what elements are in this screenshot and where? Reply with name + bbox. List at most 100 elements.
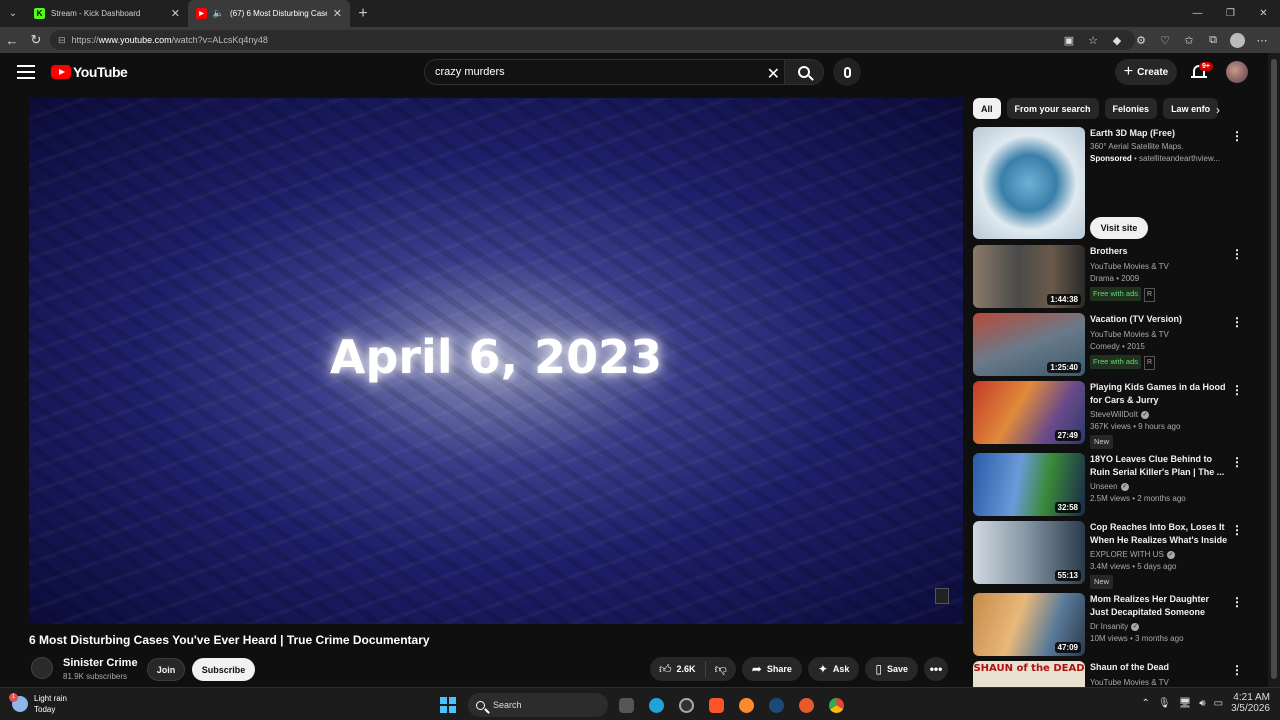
share-button[interactable]: ➦ Share [741,657,802,681]
search-button[interactable] [784,59,824,85]
task-view-icon[interactable] [614,693,638,717]
channel-watermark-icon[interactable] [935,588,949,604]
extensions-puzzle-icon[interactable]: ⚙ [1129,34,1153,47]
clear-search-icon[interactable]: ✕ [767,64,780,84]
ad-thumbnail[interactable] [973,127,1085,239]
channel-avatar[interactable] [31,657,53,679]
rec-title[interactable]: Playing Kids Games in da Hood for Cars &… [1090,381,1230,407]
chevron-up-icon[interactable]: ⌃ [1142,698,1150,709]
refresh-icon[interactable]: ↻ [24,27,48,53]
clock[interactable]: 4:21 AM 3/5/2026 [1231,692,1270,714]
rec-channel[interactable]: SteveWillDoIt ✓ [1090,409,1230,421]
youtube-logo[interactable]: YouTube [51,64,128,80]
firefox-icon[interactable] [734,693,758,717]
voice-search-button[interactable] [833,58,861,86]
dislike-button[interactable]: 👎︎ [706,662,736,677]
list-item[interactable]: 47:09 Mom Realizes Her Daughter Just Dec… [973,593,1243,656]
visit-site-button[interactable]: Visit site [1090,217,1148,239]
tab-list-button[interactable]: ⌄ [0,0,26,27]
more-menu-icon[interactable]: ⋯ [1250,34,1274,47]
favorite-star-icon[interactable]: ☆ [1081,34,1105,47]
create-button[interactable]: + Create [1115,59,1177,85]
url-field[interactable]: ⊟ https://www.youtube.com/watch?v=ALcsKq… [50,30,1135,50]
rec-channel[interactable]: EXPLORE WITH US ✓ [1090,549,1230,561]
rec-channel[interactable]: Dr Insanity ✓ [1090,621,1230,633]
rec-title[interactable]: Vacation (TV Version) [1090,313,1230,326]
ask-button[interactable]: ✦ Ask [807,657,860,681]
edge-icon[interactable] [644,693,668,717]
sponsored-item[interactable]: Earth 3D Map (Free) 360° Aerial Satellit… [973,127,1243,239]
list-item[interactable]: 1:25:40 Vacation (TV Version) YouTube Mo… [973,313,1243,376]
battery-icon[interactable]: ▭ [1214,698,1223,709]
join-button[interactable]: Join [147,658,185,681]
close-icon[interactable]: ✕ [333,7,342,20]
rec-channel[interactable]: Unseen ✓ [1090,481,1230,493]
list-item[interactable]: 27:49 Playing Kids Games in da Hood for … [973,381,1243,449]
more-vert-icon[interactable]: ⋮ [1231,129,1243,143]
more-vert-icon[interactable]: ⋮ [1231,315,1243,329]
site-info-icon[interactable]: ⊟ [58,35,66,46]
close-window-icon[interactable]: ✕ [1247,0,1280,27]
like-button[interactable]: 👍︎ 2.6K [650,661,706,677]
taskbar-search[interactable]: Search [468,693,608,717]
chrome-icon[interactable] [824,693,848,717]
network-icon[interactable]: 🖥︎ [1179,698,1192,709]
scrollbar-thumb[interactable] [1271,59,1277,679]
more-vert-icon[interactable]: ⋮ [1231,383,1243,397]
reader-icon[interactable]: ▣ [1057,34,1081,47]
tab-kick[interactable]: K Stream - Kick Dashboard ✕ [26,0,188,27]
rec-title[interactable]: Shaun of the Dead [1090,661,1230,674]
favorites-icon[interactable]: ✩ [1177,34,1201,47]
video-thumbnail[interactable]: 1:44:38 [973,245,1085,308]
video-thumbnail[interactable]: 32:58 [973,453,1085,516]
more-vert-icon[interactable]: ⋮ [1231,595,1243,609]
rec-title[interactable]: Earth 3D Map (Free) [1090,127,1230,140]
rec-channel[interactable]: YouTube Movies & TV [1090,329,1230,341]
page-scrollbar[interactable] [1268,53,1280,687]
mic-tray-icon[interactable]: 🎙︎ [1158,698,1171,709]
account-avatar[interactable] [1226,61,1248,83]
rec-title[interactable]: Brothers [1090,245,1230,258]
video-thumbnail[interactable]: 1:25:40 [973,313,1085,376]
video-thumbnail[interactable]: 55:13 [973,521,1085,584]
brave-icon[interactable] [704,693,728,717]
browser-essentials-icon[interactable]: ♡ [1153,34,1177,47]
chip-felonies[interactable]: Felonies [1104,98,1158,119]
video-thumbnail[interactable]: 47:09 [973,593,1085,656]
more-actions-button[interactable]: ••• [924,657,949,681]
minimize-icon[interactable]: — [1181,0,1214,27]
video-player[interactable]: April 6, 2023 [29,98,963,624]
search-input[interactable]: crazy murders ✕ [424,59,788,85]
list-item[interactable]: 32:58 18YO Leaves Clue Behind to Ruin Se… [973,453,1243,516]
list-item[interactable]: 1:44:38 Brothers YouTube Movies & TV Dra… [973,245,1243,308]
profile-avatar[interactable] [1230,32,1245,48]
video-thumbnail[interactable]: SHAUN of the DEAD [973,661,1085,687]
rec-channel[interactable]: YouTube Movies & TV [1090,677,1230,687]
rec-title[interactable]: 18YO Leaves Clue Behind to Ruin Serial K… [1090,453,1230,479]
back-icon[interactable]: ← [0,27,24,53]
start-windows-icon[interactable] [440,697,456,713]
firefox-alt-icon[interactable] [794,693,818,717]
chip-all[interactable]: All [973,98,1001,119]
restore-icon[interactable]: ❐ [1214,0,1247,27]
list-item[interactable]: 55:13 Cop Reaches Into Box, Loses It Whe… [973,521,1243,589]
collections-icon[interactable]: ⧉ [1201,34,1225,47]
chip-from-your-search[interactable]: From your search [1006,98,1099,119]
chevron-right-icon[interactable]: › [1216,103,1220,117]
extension-icon[interactable]: ◆ [1105,34,1129,47]
video-thumbnail[interactable]: 27:49 [973,381,1085,444]
steam-icon[interactable] [764,693,788,717]
menu-icon[interactable] [17,65,35,79]
channel-name[interactable]: Sinister Crime [63,657,138,669]
volume-icon[interactable]: 🔊︎ [1199,698,1205,709]
weather-widget[interactable]: 1 Light rain Today [9,693,67,715]
close-icon[interactable]: ✕ [171,7,180,20]
rec-title[interactable]: Mom Realizes Her Daughter Just Decapitat… [1090,593,1230,619]
save-button[interactable]: ▯ Save [865,657,919,681]
tab-youtube[interactable]: ▶ 🔈 (67) 6 Most Disturbing Cases ✕ [188,0,350,27]
rec-channel[interactable]: YouTube Movies & TV [1090,261,1230,273]
more-vert-icon[interactable]: ⋮ [1231,663,1243,677]
more-vert-icon[interactable]: ⋮ [1231,247,1243,261]
list-item[interactable]: SHAUN of the DEAD Shaun of the Dead YouT… [973,661,1243,687]
chip-law-enforcement[interactable]: Law enfo [1163,98,1219,119]
